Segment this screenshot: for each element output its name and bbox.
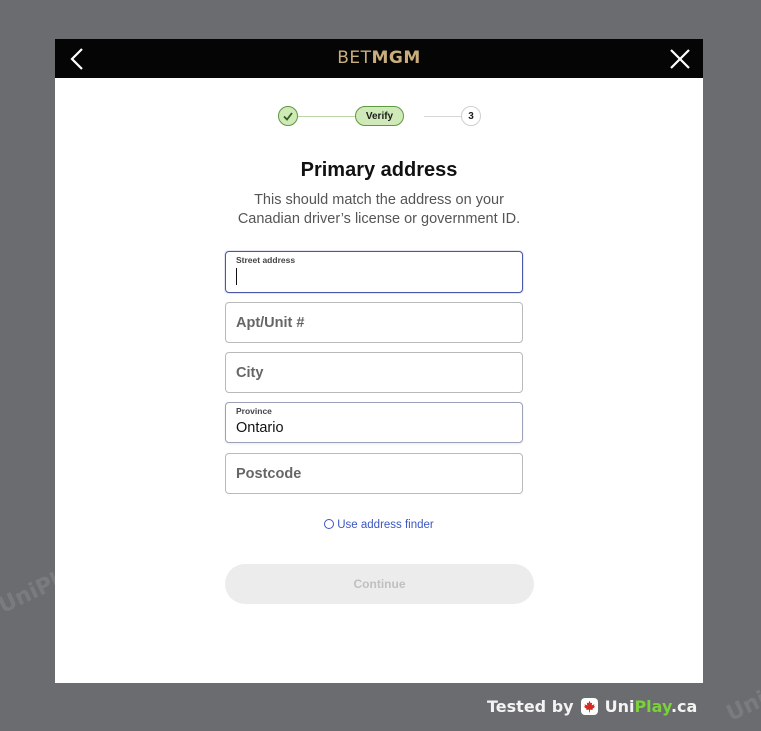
close-button[interactable] bbox=[669, 48, 691, 70]
step-next: 3 bbox=[461, 106, 481, 126]
city-placeholder: City bbox=[236, 365, 264, 381]
text-cursor bbox=[236, 268, 237, 285]
close-icon bbox=[670, 49, 690, 69]
uniplay-logo-text: UniPlay.ca bbox=[605, 697, 698, 716]
tested-by-badge: Tested by UniPlay.ca bbox=[487, 697, 697, 716]
street-address-field[interactable]: Street address bbox=[225, 251, 523, 293]
postcode-field[interactable]: Postcode bbox=[225, 453, 523, 494]
apt-unit-field[interactable]: Apt/Unit # bbox=[225, 302, 523, 343]
watermark-right: UniPlay.ca bbox=[722, 650, 761, 727]
uniplay-domain: .ca bbox=[670, 697, 698, 716]
signup-modal: BETMGM Verify 3 Primary address This sho… bbox=[55, 39, 703, 683]
stepper-line-pending bbox=[424, 116, 464, 117]
maple-leaf-icon bbox=[580, 698, 598, 715]
modal-header: BETMGM bbox=[55, 39, 703, 78]
street-address-label: Street address bbox=[236, 255, 296, 265]
postcode-placeholder: Postcode bbox=[236, 466, 302, 482]
checkmark-icon bbox=[283, 112, 293, 121]
brand-logo-part2: MGM bbox=[371, 48, 421, 68]
province-value: Ontario bbox=[236, 420, 284, 436]
progress-stepper: Verify 3 bbox=[278, 106, 481, 126]
brand-logo-part1: BET bbox=[337, 48, 372, 68]
uniplay-play: Play bbox=[634, 697, 671, 716]
subtitle-line-1: This should match the address on your bbox=[254, 192, 504, 208]
continue-button[interactable]: Continue bbox=[225, 564, 534, 604]
city-field[interactable]: City bbox=[225, 352, 523, 393]
apt-unit-placeholder: Apt/Unit # bbox=[236, 315, 305, 331]
brand-logo: BETMGM bbox=[55, 48, 703, 68]
step-current: Verify bbox=[355, 106, 404, 126]
step-completed bbox=[278, 106, 298, 126]
address-finder-label: Use address finder bbox=[337, 519, 434, 531]
province-field[interactable]: Province Ontario bbox=[225, 402, 523, 443]
subtitle-line-2: Canadian driver’s license or government … bbox=[237, 211, 521, 227]
search-icon bbox=[324, 519, 335, 529]
uniplay-uni: Uni bbox=[604, 697, 635, 716]
tested-by-label: Tested by bbox=[487, 697, 574, 716]
address-finder-link[interactable]: Use address finder bbox=[55, 519, 703, 531]
province-label: Province bbox=[236, 406, 272, 416]
page-subtitle: This should match the address on your Ca… bbox=[55, 191, 703, 229]
page-title: Primary address bbox=[300, 159, 458, 181]
